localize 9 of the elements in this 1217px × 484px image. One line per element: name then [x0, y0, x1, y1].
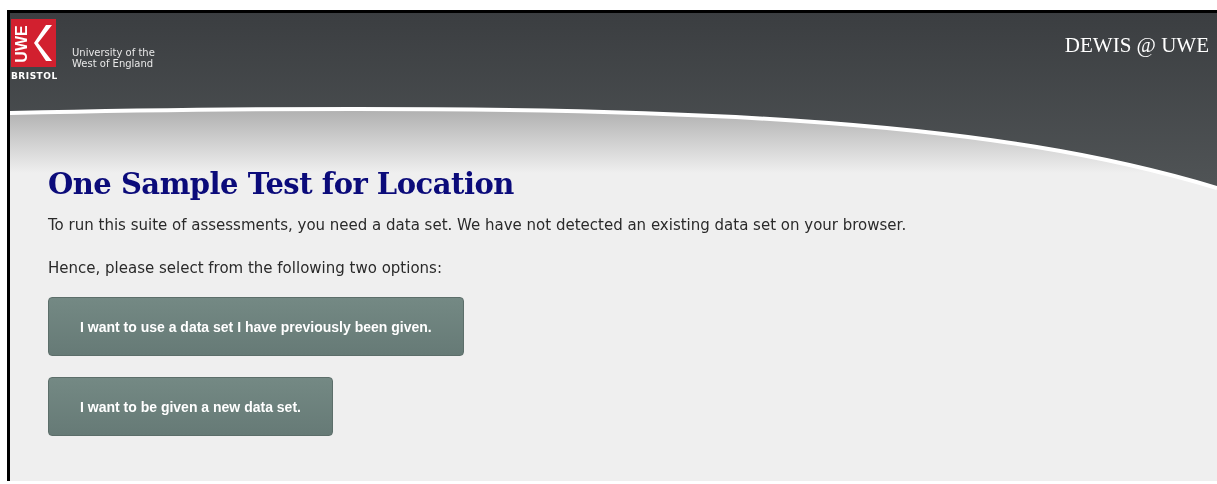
paragraph: To run this suite of assessments, you need a data set. We have not detected an existing data set on your browser.	[48, 215, 908, 236]
page-title: One Sample Test for Location	[48, 167, 515, 201]
site-title: DEWIS @ UWE	[1064, 33, 1209, 58]
university-name: University of the West of England	[72, 47, 155, 69]
option-button[interactable]: I want to use a data set I have previously been given.	[48, 297, 464, 356]
option-button[interactable]: I want to be given a new data set.	[48, 377, 333, 436]
paragraph: Hence, please select from the following two options:	[48, 258, 443, 279]
logo-city: BRISTOL	[11, 71, 58, 81]
logo-icon: UWE	[11, 19, 56, 67]
